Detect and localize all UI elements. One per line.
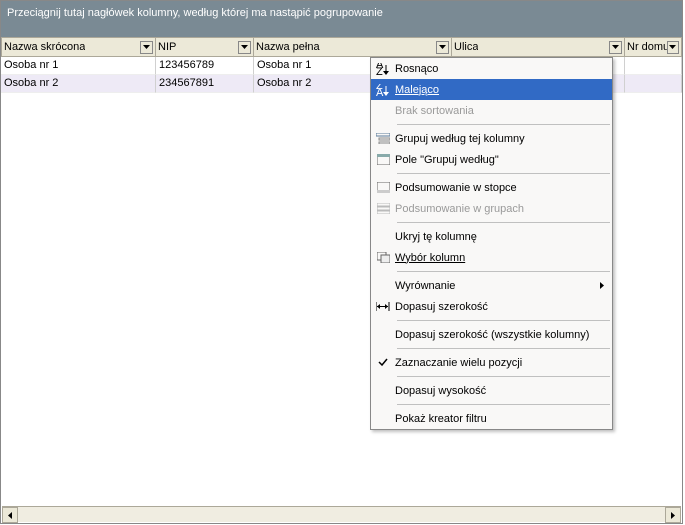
- footer-icon: [371, 177, 395, 198]
- menu-label: Dopasuj szerokość: [395, 301, 604, 313]
- header-label: Nr domu: [627, 41, 667, 53]
- sort-desc-icon: ZA: [371, 79, 395, 100]
- cell-short: Osoba nr 2: [1, 75, 156, 93]
- menu-separator: [397, 173, 610, 174]
- menu-separator: [397, 124, 610, 125]
- menu-label: Podsumowanie w stopce: [395, 182, 604, 194]
- menu-label: Dopasuj wysokość: [395, 385, 604, 397]
- menu-group-panel[interactable]: Pole "Grupuj według": [371, 149, 612, 170]
- menu-footer-summary[interactable]: Podsumowanie w stopce: [371, 177, 612, 198]
- group-icon: [371, 128, 395, 149]
- header-house-no[interactable]: Nr domu: [625, 37, 682, 57]
- header-label: NIP: [158, 41, 176, 53]
- header-street[interactable]: Ulica: [452, 37, 625, 57]
- menu-label: Pokaż kreator filtru: [395, 413, 604, 425]
- menu-best-fit-all[interactable]: Dopasuj szerokość (wszystkie kolumny): [371, 324, 612, 345]
- menu-label: Ukryj tę kolumnę: [395, 231, 604, 243]
- blank-icon: [371, 380, 395, 401]
- header-nip[interactable]: NIP: [156, 37, 254, 57]
- menu-separator: [397, 376, 610, 377]
- menu-group-summary: Podsumowanie w grupach: [371, 198, 612, 219]
- cell-house: [625, 57, 682, 75]
- header-full-name[interactable]: Nazwa pełna: [254, 37, 452, 57]
- menu-no-sort: Brak sortowania: [371, 100, 612, 121]
- menu-separator: [397, 320, 610, 321]
- header-label: Nazwa pełna: [256, 41, 320, 53]
- cell-nip: 123456789: [156, 57, 254, 75]
- header-short-name[interactable]: Nazwa skrócona: [1, 37, 156, 57]
- menu-label: Malejąco: [395, 84, 604, 96]
- menu-label: Dopasuj szerokość (wszystkie kolumny): [395, 329, 604, 341]
- menu-column-chooser[interactable]: Wybór kolumn: [371, 247, 612, 268]
- menu-hide-column[interactable]: Ukryj tę kolumnę: [371, 226, 612, 247]
- menu-label: Wyrównanie: [395, 280, 600, 292]
- menu-label: Zaznaczanie wielu pozycji: [395, 357, 604, 369]
- blank-icon: [371, 100, 395, 121]
- menu-alignment[interactable]: Wyrównanie: [371, 275, 612, 296]
- horizontal-scrollbar[interactable]: [2, 506, 681, 522]
- menu-label: Wybór kolumn: [395, 252, 604, 264]
- scroll-left-button[interactable]: [2, 507, 18, 523]
- header-label: Ulica: [454, 41, 478, 53]
- cell-nip: 234567891: [156, 75, 254, 93]
- menu-sort-desc[interactable]: ZA Malejąco: [371, 79, 612, 100]
- cell-house: [625, 75, 682, 93]
- column-chooser-icon: [371, 247, 395, 268]
- menu-best-fit[interactable]: Dopasuj szerokość: [371, 296, 612, 317]
- check-icon: [371, 352, 395, 373]
- header-label: Nazwa skrócona: [4, 41, 85, 53]
- menu-separator: [397, 271, 610, 272]
- column-headers: Nazwa skrócona NIP Nazwa pełna Ulica Nr …: [1, 37, 682, 57]
- menu-separator: [397, 404, 610, 405]
- menu-sort-asc[interactable]: AZ Rosnąco: [371, 58, 612, 79]
- menu-label: Grupuj według tej kolumny: [395, 133, 604, 145]
- filter-dropdown-icon[interactable]: [436, 41, 449, 54]
- filter-dropdown-icon[interactable]: [609, 41, 622, 54]
- menu-label: Rosnąco: [395, 63, 604, 75]
- blank-icon: [371, 226, 395, 247]
- blank-icon: [371, 275, 395, 296]
- scroll-track[interactable]: [18, 507, 665, 522]
- menu-multi-select[interactable]: Zaznaczanie wielu pozycji: [371, 352, 612, 373]
- svg-text:Z: Z: [376, 66, 383, 75]
- group-by-panel[interactable]: Przeciągnij tutaj nagłówek kolumny, wedł…: [1, 1, 682, 37]
- menu-group-by[interactable]: Grupuj według tej kolumny: [371, 128, 612, 149]
- filter-dropdown-icon[interactable]: [140, 41, 153, 54]
- scroll-right-button[interactable]: [665, 507, 681, 523]
- filter-dropdown-icon[interactable]: [667, 41, 679, 54]
- submenu-arrow-icon: [600, 282, 604, 289]
- menu-separator: [397, 348, 610, 349]
- menu-fit-height[interactable]: Dopasuj wysokość: [371, 380, 612, 401]
- blank-icon: [371, 408, 395, 429]
- column-context-menu: AZ Rosnąco ZA Malejąco Brak sortowania G…: [370, 57, 613, 430]
- group-summary-icon: [371, 198, 395, 219]
- group-panel-icon: [371, 149, 395, 170]
- menu-separator: [397, 222, 610, 223]
- blank-icon: [371, 324, 395, 345]
- menu-label: Pole "Grupuj według": [395, 154, 604, 166]
- best-fit-icon: [371, 296, 395, 317]
- sort-asc-icon: AZ: [371, 58, 395, 79]
- filter-dropdown-icon[interactable]: [238, 41, 251, 54]
- cell-short: Osoba nr 1: [1, 57, 156, 75]
- menu-label: Podsumowanie w grupach: [395, 203, 604, 215]
- menu-filter-builder[interactable]: Pokaż kreator filtru: [371, 408, 612, 429]
- svg-text:A: A: [376, 87, 384, 96]
- menu-label: Brak sortowania: [395, 105, 604, 117]
- grid-frame: Przeciągnij tutaj nagłówek kolumny, wedł…: [0, 0, 683, 524]
- group-by-hint: Przeciągnij tutaj nagłówek kolumny, wedł…: [7, 7, 383, 19]
